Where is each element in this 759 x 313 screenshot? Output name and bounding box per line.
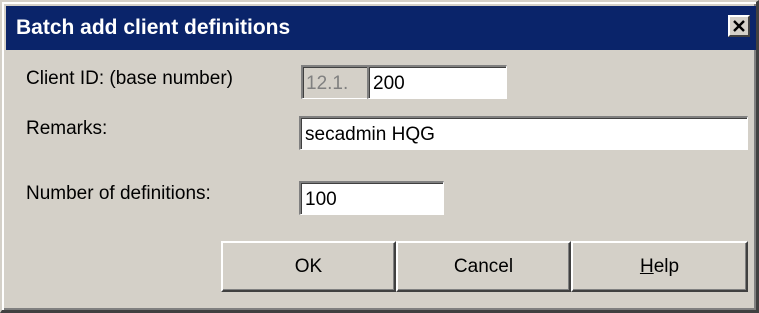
dialog-title: Batch add client definitions [16, 16, 291, 39]
close-icon [733, 20, 745, 32]
help-button-label-rest: elp [653, 255, 680, 277]
number-of-definitions-field[interactable] [299, 181, 444, 215]
ok-button-label: OK [294, 255, 323, 277]
batch-add-dialog: Batch add client definitions Client ID: … [0, 0, 759, 313]
help-button[interactable]: Help [571, 241, 748, 292]
title-bar[interactable]: Batch add client definitions [6, 6, 756, 50]
number-of-definitions-label: Number of definitions: [26, 183, 211, 204]
help-button-label: Help [640, 256, 679, 278]
remarks-label: Remarks: [26, 118, 108, 139]
client-id-field[interactable] [367, 65, 507, 99]
cancel-button-label: Cancel [453, 255, 514, 277]
remarks-field[interactable] [299, 116, 748, 150]
cancel-button[interactable]: Cancel [396, 241, 571, 292]
close-button[interactable] [728, 15, 750, 37]
help-button-mnemonic: H [639, 255, 654, 277]
client-id-prefix-field [301, 65, 369, 99]
ok-button[interactable]: OK [221, 241, 396, 292]
client-id-label: Client ID: (base number) [26, 68, 233, 89]
